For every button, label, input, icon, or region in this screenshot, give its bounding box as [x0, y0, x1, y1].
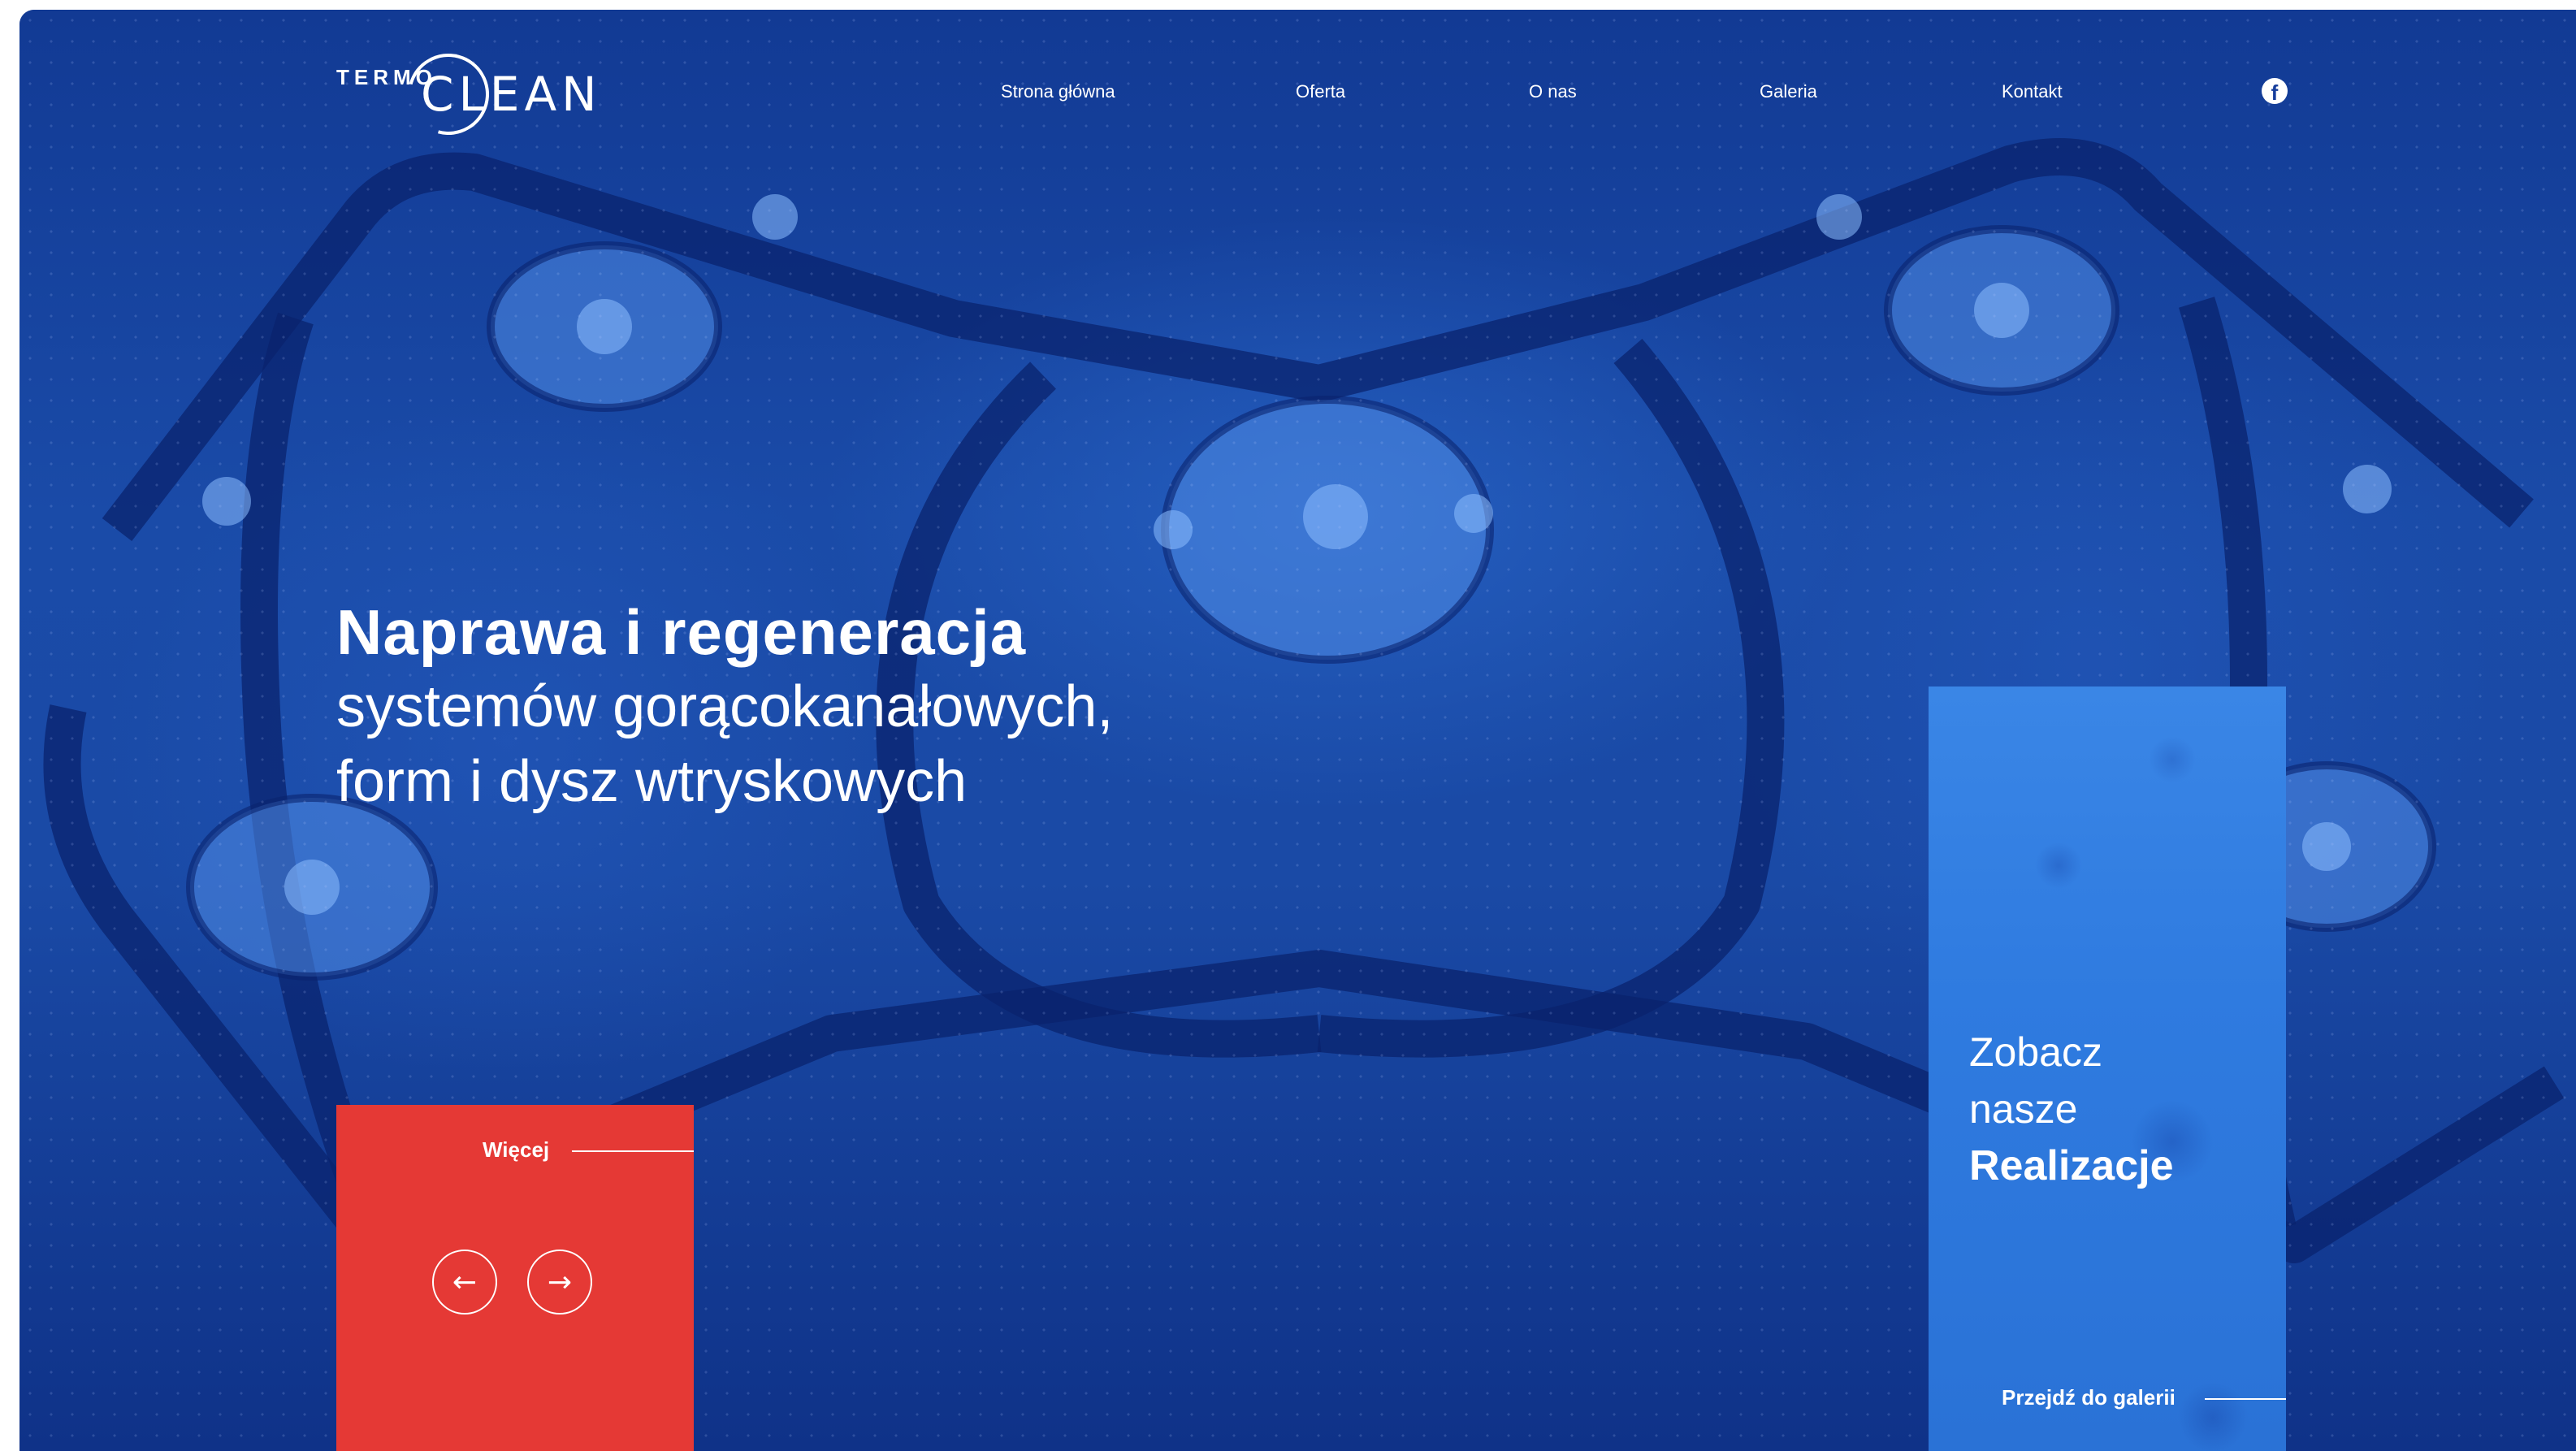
gallery-heading: Zobacz nasze Realizacje — [1969, 1024, 2174, 1194]
gallery-line-1: Zobacz — [1969, 1029, 2102, 1075]
more-label: Więcej — [483, 1137, 550, 1162]
hero-title-line-3: form i dysz wtryskowych — [336, 749, 968, 814]
facebook-icon[interactable]: f — [2262, 78, 2288, 104]
nav-item-about[interactable]: O nas — [1529, 81, 1577, 102]
cta-panel: Więcej ← → — [336, 1105, 694, 1451]
more-line-decoration — [572, 1150, 694, 1152]
gallery-line-2: nasze — [1969, 1086, 2078, 1132]
nav-item-home[interactable]: Strona główna — [1001, 81, 1115, 102]
nav-item-contact[interactable]: Kontakt — [2002, 81, 2063, 102]
gallery-link[interactable]: Przejdź do galerii — [2002, 1385, 2176, 1410]
more-link[interactable]: Więcej — [483, 1137, 694, 1162]
hero-title-line-2: systemów gorącokanałowych, — [336, 674, 1114, 739]
gallery-line-decoration — [2205, 1398, 2286, 1400]
arrow-right-icon[interactable]: → — [527, 1250, 592, 1315]
gallery-card[interactable]: Zobacz nasze Realizacje Przejdź do galer… — [1929, 687, 2286, 1451]
hero-title-bold: Naprawa i regeneracja — [336, 596, 1027, 668]
nav-item-offer[interactable]: Oferta — [1296, 81, 1345, 102]
main-navigation: Strona główna Oferta O nas Galeria Konta… — [19, 81, 2576, 106]
nav-item-gallery[interactable]: Galeria — [1760, 81, 1817, 102]
hero-heading: Naprawa i regeneracja systemów gorącokan… — [336, 595, 1113, 819]
gallery-line-3: Realizacje — [1969, 1142, 2174, 1189]
page-root: TERMO CLEAN Strona główna Oferta O nas G… — [19, 10, 2576, 1451]
arrow-left-icon[interactable]: ← — [432, 1250, 497, 1315]
